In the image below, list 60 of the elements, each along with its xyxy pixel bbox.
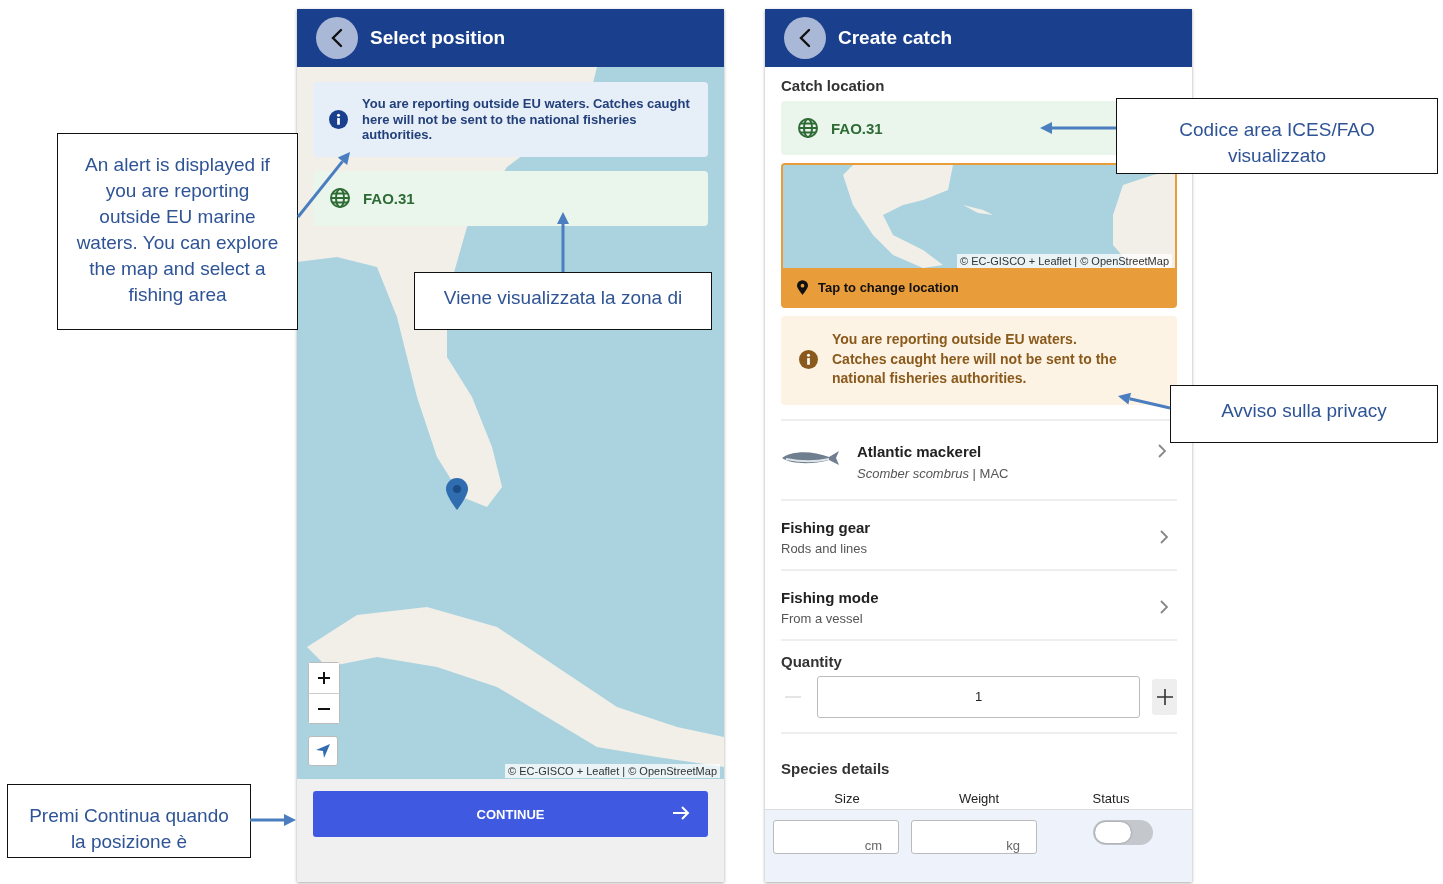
status-toggle[interactable] [1093,819,1153,845]
list-item[interactable]: Fishing gear Rods and lines [781,500,1177,571]
annotation-box: Avviso sulla privacy [1170,385,1438,443]
item-value: From a vessel [781,610,864,626]
arrow [557,212,569,272]
arrow [250,814,296,826]
area-code: FAO.31 [363,189,415,207]
increment-button[interactable] [1152,678,1177,715]
annotation-box: Premi Continua quando la posizione è [7,784,251,858]
map-attribution: © EC-GISCO + Leaflet | © OpenStreetMap [505,764,720,778]
map-pin-icon [797,279,808,295]
info-icon [329,109,348,129]
info-icon [799,349,818,369]
plus-icon [318,672,330,684]
navigation-arrow-icon [315,743,331,759]
area-code: FAO.31 [831,119,883,137]
alert-text: You are reporting outside EU waters. Catches caught here will not be sent to the national fisheries authorities. [832,330,1117,389]
species-name: Atlantic mackerel [857,442,983,460]
section-label: Species details [781,759,891,777]
annotation-box: Viene visualizzata la zona di [414,272,712,330]
column-header: Size [833,790,861,806]
list-item[interactable]: Fishing mode From a vessel [781,570,1177,641]
back-icon [798,28,812,48]
annotation-box: Codice area ICES/FAO visualizzato [1116,98,1438,174]
fish-drawing [781,448,841,467]
arrow [296,152,350,218]
back-icon [330,28,344,48]
screen-title: Select position [370,27,506,49]
globe-icon [329,187,351,210]
alert-text: You are reporting outside EU waters. Catches caught here will not be sent to the national fisheries authorities. [362,96,690,143]
plus-icon [1156,688,1173,705]
annotation-box: An alert is displayed if you are reporting outside EU marine waters. You can explore the map and select a fishing area [57,133,298,330]
locate-button[interactable] [308,736,338,766]
arrow-right-icon [672,805,690,821]
back-button[interactable] [316,17,358,59]
arrow [1118,392,1171,410]
item-value: Rods and lines [781,540,868,556]
minus-icon [318,707,330,710]
back-button[interactable] [784,17,826,59]
unit-label: kg [1006,837,1020,853]
unit-label: cm [864,837,882,853]
species-subtitle: Scomber scombrus | MAC [857,465,1010,481]
item-title: Fishing mode [781,588,880,606]
screen-title: Create catch [838,27,953,49]
column-header: Weight [957,790,1001,806]
section-label: Catch location [781,77,886,94]
size-field[interactable]: cm [773,819,899,854]
chevron-right-icon [1159,529,1169,546]
item-title: Fishing gear [781,518,872,536]
map-pin-icon [445,477,469,511]
chevron-right-icon [1157,442,1167,459]
map-attribution: © EC-GISCO + Leaflet | © OpenStreetMap [957,254,1172,268]
zoom-out-button[interactable] [309,693,339,723]
weight-field[interactable]: kg [911,819,1037,854]
quantity-field[interactable]: 1 [817,675,1140,718]
globe-icon [797,117,819,139]
chevron-right-icon [1159,599,1169,616]
section-label: Quantity [781,652,843,670]
continue-button[interactable]: CONTINUE [313,791,708,837]
column-header: Status [1091,790,1131,806]
